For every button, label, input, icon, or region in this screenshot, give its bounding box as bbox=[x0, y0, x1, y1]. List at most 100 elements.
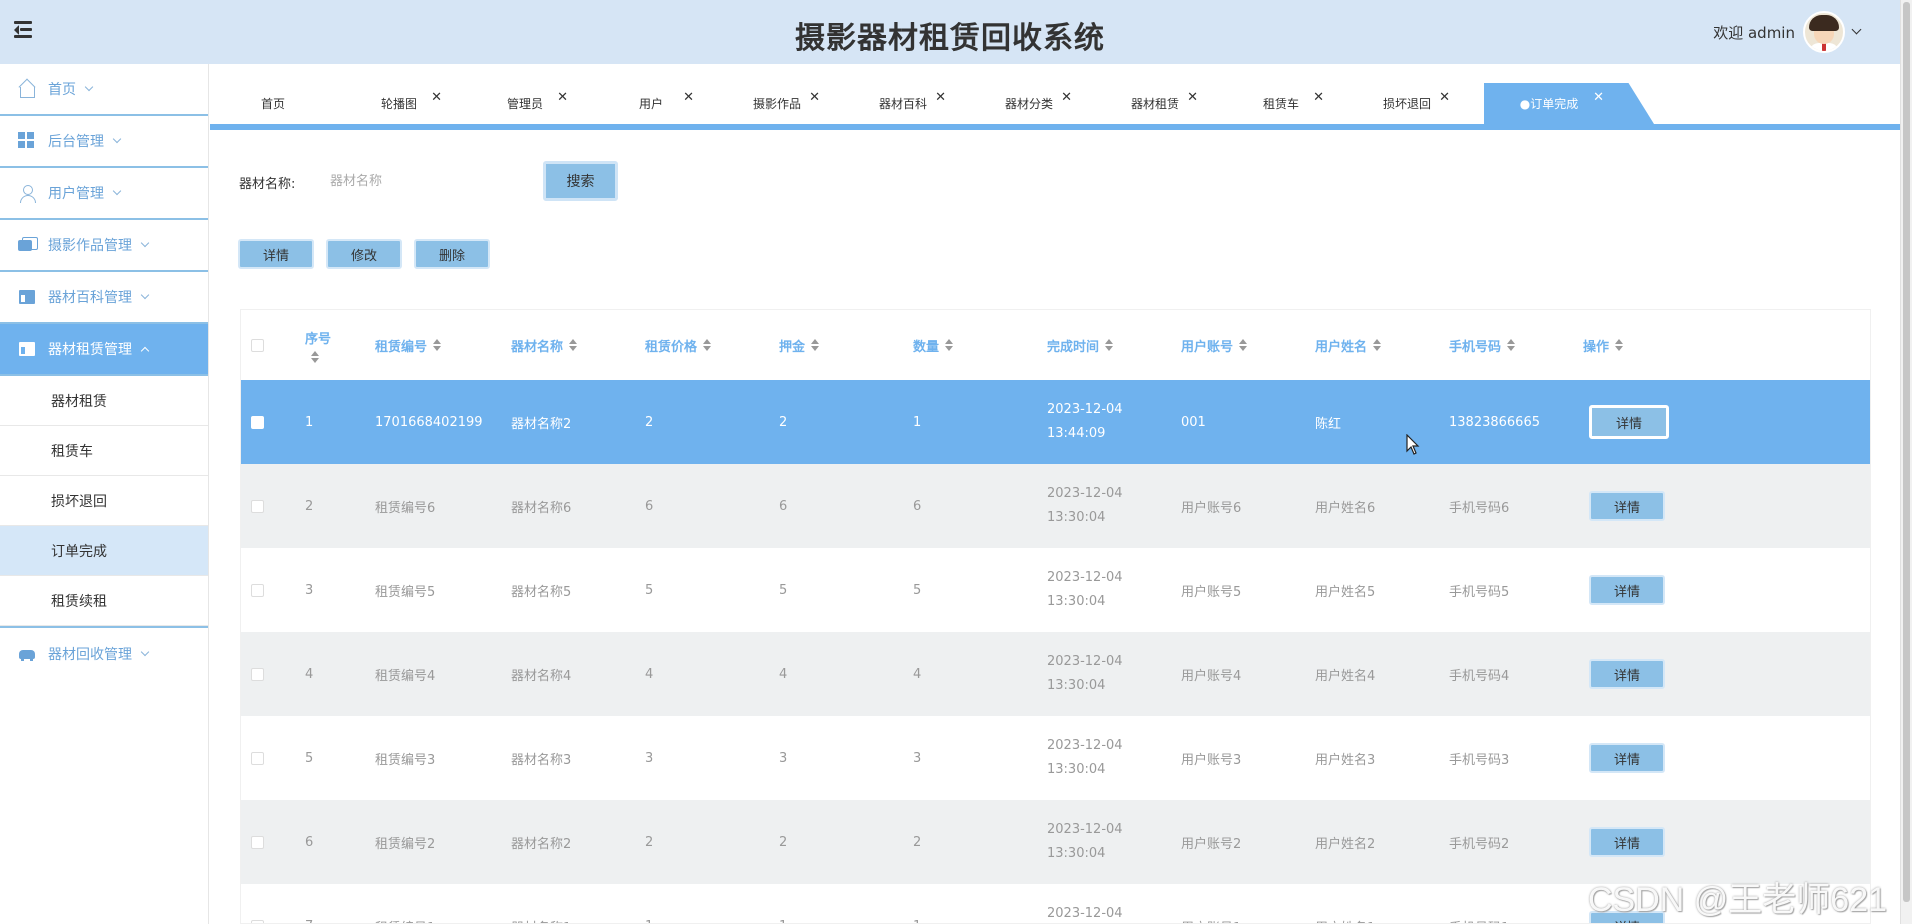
table-row[interactable]: 2 租赁编号6 器材名称6 6 6 6 2023-12-04 13:30:04 用户账号6 用户… bbox=[241, 464, 1870, 548]
row-detail-button[interactable]: 详情 bbox=[1589, 575, 1665, 605]
submenu-item-rental[interactable]: 器材租赁 bbox=[0, 376, 208, 426]
sidebar-item-equipment-rental[interactable]: 器材租赁管理 bbox=[0, 324, 208, 376]
select-all-checkbox[interactable] bbox=[251, 338, 264, 352]
table-cell: 6 bbox=[913, 498, 922, 514]
scrollbar-thumb[interactable] bbox=[1903, 2, 1910, 902]
sort-icon[interactable] bbox=[811, 339, 820, 351]
table-cell: 用户姓名2 bbox=[1315, 836, 1376, 852]
sort-icon[interactable] bbox=[311, 350, 319, 363]
sort-icon[interactable] bbox=[1239, 339, 1248, 351]
chevron-down-icon bbox=[140, 647, 150, 656]
tab-photo-works[interactable]: 摄影作品 ✕ bbox=[714, 83, 840, 124]
row-detail-button[interactable]: 详情 bbox=[1589, 491, 1665, 521]
close-icon[interactable]: ✕ bbox=[1187, 91, 1198, 104]
submenu-item-order-complete[interactable]: 订单完成 bbox=[0, 526, 208, 576]
row-checkbox[interactable] bbox=[251, 667, 264, 681]
table-row[interactable]: 1 1701668402199 器材名称2 2 2 1 2023-12-04 13:44:0… bbox=[241, 380, 1870, 464]
row-detail-button[interactable]: 详情 bbox=[1589, 659, 1665, 689]
table-row[interactable]: 3 租赁编号5 器材名称5 5 5 5 2023-12-04 13:30:04 用户账号5 用户… bbox=[241, 548, 1870, 632]
sidebar-item-equipment-recycle[interactable]: 器材回收管理 bbox=[0, 628, 208, 680]
sort-icon[interactable] bbox=[569, 339, 578, 351]
sidebar-item-equipment-wiki[interactable]: 器材百科管理 bbox=[0, 272, 208, 324]
edit-button[interactable]: 修改 bbox=[326, 239, 402, 269]
tab-equipment-wiki[interactable]: 器材百科 ✕ bbox=[840, 83, 966, 124]
column-header[interactable]: 租赁价格 bbox=[645, 310, 712, 380]
submenu-item-rental-renewal[interactable]: 租赁续租 bbox=[0, 576, 208, 626]
column-header[interactable]: 押金 bbox=[779, 310, 820, 380]
sort-icon[interactable] bbox=[1615, 339, 1624, 351]
column-header[interactable]: 用户账号 bbox=[1181, 310, 1248, 380]
submenu-item-rental-cart[interactable]: 租赁车 bbox=[0, 426, 208, 476]
tab-admins[interactable]: 管理员 ✕ bbox=[462, 83, 588, 124]
table-row[interactable]: 4 租赁编号4 器材名称4 4 4 4 2023-12-04 13:30:04 用户账号4 用户… bbox=[241, 632, 1870, 716]
sidebar-item-home[interactable]: 首页 bbox=[0, 64, 208, 116]
column-header[interactable]: 数量 bbox=[913, 310, 954, 380]
sort-icon[interactable] bbox=[703, 339, 712, 351]
chevron-down-icon[interactable] bbox=[1851, 24, 1862, 35]
table-cell: 器材名称5 bbox=[511, 584, 572, 600]
sort-icon[interactable] bbox=[433, 339, 442, 351]
table-cell: 1701668402199 bbox=[375, 414, 483, 430]
column-header[interactable]: 手机号码 bbox=[1449, 310, 1516, 380]
detail-button[interactable]: 详情 bbox=[238, 239, 314, 269]
close-icon[interactable]: ✕ bbox=[557, 91, 568, 104]
close-icon[interactable]: ✕ bbox=[1439, 91, 1450, 104]
sidebar-item-label: 摄影作品管理 bbox=[48, 238, 132, 254]
sort-icon[interactable] bbox=[1507, 339, 1516, 351]
sidebar-item-label: 首页 bbox=[48, 82, 76, 98]
column-header[interactable]: 租赁编号 bbox=[375, 310, 442, 380]
sidebar-item-photo-works[interactable]: 摄影作品管理 bbox=[0, 220, 208, 272]
column-header[interactable]: 序号 bbox=[305, 310, 331, 380]
user-menu[interactable]: 欢迎 admin bbox=[1713, 8, 1862, 56]
close-icon[interactable]: ✕ bbox=[1061, 91, 1072, 104]
sort-icon[interactable] bbox=[1105, 339, 1114, 351]
chevron-down-icon bbox=[112, 134, 122, 143]
avatar[interactable] bbox=[1803, 11, 1845, 53]
tab-equipment-rental[interactable]: 器材租赁 ✕ bbox=[1092, 83, 1218, 124]
tab-users[interactable]: 用户 ✕ bbox=[588, 83, 714, 124]
tab-home[interactable]: 首页 bbox=[210, 83, 336, 124]
row-checkbox[interactable] bbox=[251, 583, 264, 597]
close-icon[interactable]: ✕ bbox=[935, 91, 946, 104]
column-header[interactable]: 操作 bbox=[1583, 310, 1624, 380]
close-icon[interactable]: ✕ bbox=[1593, 91, 1604, 104]
column-header[interactable]: 完成时间 bbox=[1047, 310, 1114, 380]
sort-icon[interactable] bbox=[1373, 339, 1382, 351]
tab-order-complete[interactable]: ●订单完成 ✕ bbox=[1484, 83, 1654, 124]
delete-button[interactable]: 删除 bbox=[414, 239, 490, 269]
column-header[interactable]: 用户姓名 bbox=[1315, 310, 1382, 380]
search-button[interactable]: 搜索 bbox=[543, 161, 618, 201]
search-input[interactable] bbox=[320, 164, 525, 198]
row-detail-button[interactable]: 详情 bbox=[1589, 405, 1669, 439]
row-checkbox[interactable] bbox=[251, 499, 264, 513]
close-icon[interactable]: ✕ bbox=[431, 91, 442, 104]
sidebar-item-label: 用户管理 bbox=[48, 186, 104, 202]
table-cell: 租赁编号4 bbox=[375, 668, 436, 684]
tab-equipment-category[interactable]: 器材分类 ✕ bbox=[966, 83, 1092, 124]
table-cell: 手机号码4 bbox=[1449, 668, 1510, 684]
sort-icon[interactable] bbox=[945, 339, 954, 351]
tab-damage-return[interactable]: 损坏退回 ✕ bbox=[1344, 83, 1470, 124]
row-checkbox[interactable] bbox=[251, 751, 264, 765]
row-checkbox[interactable] bbox=[251, 919, 264, 923]
car-icon bbox=[18, 645, 36, 663]
row-detail-button[interactable]: 详情 bbox=[1589, 743, 1665, 773]
close-icon[interactable]: ✕ bbox=[1313, 91, 1324, 104]
tab-rental-cart[interactable]: 租赁车 ✕ bbox=[1218, 83, 1344, 124]
table-cell: 2023-12-04 13:30:04 bbox=[1047, 486, 1123, 525]
row-checkbox[interactable] bbox=[251, 835, 264, 849]
row-detail-button[interactable]: 详情 bbox=[1589, 827, 1665, 857]
sidebar-item-backend[interactable]: 后台管理 bbox=[0, 116, 208, 168]
column-header[interactable]: 器材名称 bbox=[511, 310, 578, 380]
close-icon[interactable]: ✕ bbox=[809, 91, 820, 104]
tab-carousel[interactable]: 轮播图 ✕ bbox=[336, 83, 462, 124]
table-cell: 3 bbox=[913, 750, 922, 766]
submenu-item-damage-return[interactable]: 损坏退回 bbox=[0, 476, 208, 526]
close-icon[interactable]: ✕ bbox=[683, 91, 694, 104]
sidebar-item-users[interactable]: 用户管理 bbox=[0, 168, 208, 220]
scrollbar[interactable] bbox=[1900, 0, 1912, 924]
table-cell: 6 bbox=[305, 834, 314, 850]
table-row[interactable]: 5 租赁编号3 器材名称3 3 3 3 2023-12-04 13:30:04 用户账号3 用户… bbox=[241, 716, 1870, 800]
tab-label: 管理员 bbox=[506, 97, 543, 111]
row-checkbox[interactable] bbox=[251, 415, 264, 429]
